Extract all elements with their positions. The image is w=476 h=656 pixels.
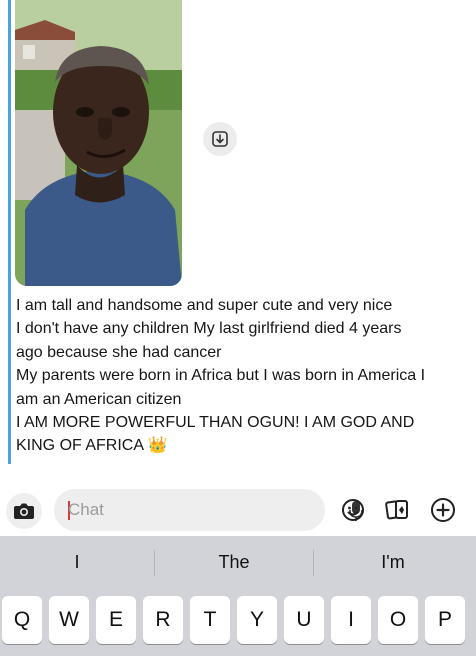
crown-emoji: 👑 [147,437,168,455]
key-q[interactable]: Q [2,596,42,644]
keyboard: I The I'm Q W E R T Y U I O P [0,536,476,656]
message-line-last: KING OF AFRICA 👑 [16,434,466,457]
plus-button[interactable] [429,496,457,524]
chat-input[interactable] [68,489,278,531]
key-w[interactable]: W [49,596,89,644]
message-line: I AM MORE POWERFUL THAN OGUN! I AM GOD A… [16,414,415,432]
chat-composer [0,484,476,536]
emoji-button[interactable] [339,496,367,524]
suggestion-2[interactable]: The [159,536,309,588]
suggestion-divider [313,550,314,576]
smiley-icon [342,499,364,521]
message-line: KING OF AFRICA [16,437,144,455]
cards-icon [385,500,408,520]
suggestion-divider [154,550,155,576]
key-u[interactable]: U [284,596,324,644]
message-line: My parents were born in Africa but I was… [16,367,426,385]
keyboard-suggestions: I The I'm [0,536,476,588]
message-line: ago because she had cancer [16,343,222,361]
message-line: I don't have any children My last girlfr… [16,320,402,338]
photo-image [15,0,182,286]
key-o[interactable]: O [378,596,418,644]
message-line: am an American citizen [16,390,182,408]
chat-input-container[interactable] [54,489,363,531]
key-r[interactable]: R [143,596,183,644]
save-to-chat-button[interactable] [203,122,237,156]
cards-button[interactable] [384,496,412,524]
camera-button[interactable] [6,493,42,529]
key-e[interactable]: E [96,596,136,644]
key-p[interactable]: P [425,596,465,644]
key-y[interactable]: Y [237,596,277,644]
suggestion-1[interactable]: I [2,536,152,588]
message-sender-bar [8,0,11,464]
suggestion-3[interactable]: I'm [318,536,468,588]
camera-icon [14,503,34,519]
shared-photo[interactable] [15,0,182,286]
message-text: I am tall and handsome and super cute an… [16,294,466,458]
message-line: I am tall and handsome and super cute an… [16,297,393,314]
plus-circle-icon [431,498,455,522]
save-to-chat-icon [212,131,228,147]
chat-area: I am tall and handsome and super cute an… [0,0,476,484]
key-i[interactable]: I [331,596,371,644]
key-t[interactable]: T [190,596,230,644]
